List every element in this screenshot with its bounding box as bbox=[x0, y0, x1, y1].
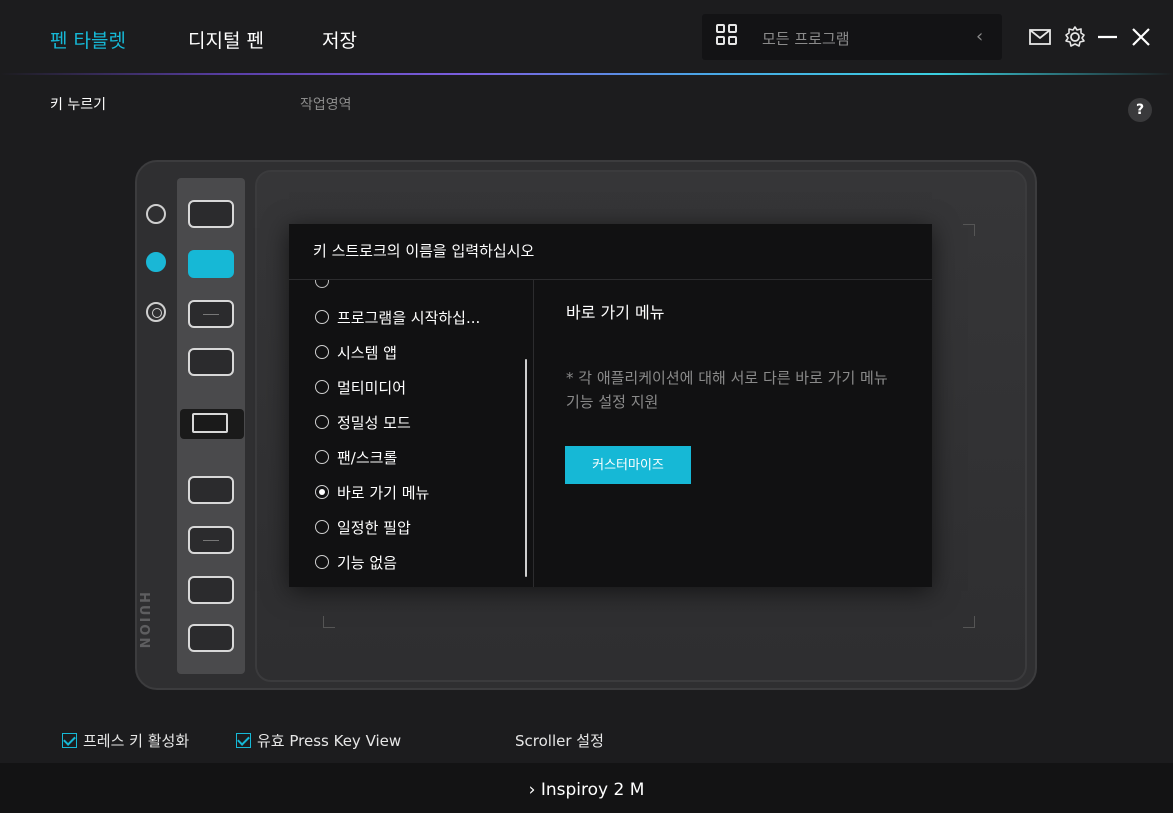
express-key-6[interactable] bbox=[188, 526, 234, 554]
express-key-3[interactable] bbox=[188, 300, 234, 328]
detail-title: 바로 가기 메뉴 bbox=[566, 303, 665, 322]
minimize-icon[interactable] bbox=[1095, 24, 1121, 50]
side-button-3[interactable] bbox=[146, 302, 166, 322]
radio-icon bbox=[315, 450, 329, 464]
huion-logo: HUION bbox=[136, 592, 151, 651]
list-item-partial bbox=[315, 280, 342, 294]
list-item-multimedia[interactable]: 멀티미디어 bbox=[315, 374, 406, 400]
dialog-title: 키 스트로크의 이름을 입력하십시오 bbox=[313, 242, 535, 260]
checkbox-checked-icon[interactable] bbox=[236, 733, 251, 748]
program-selector[interactable]: 모든 프로그램 ‹ bbox=[702, 14, 1002, 60]
list-item-system-app[interactable]: 시스템 앱 bbox=[315, 339, 397, 365]
press-key-view-toggle[interactable]: 유효 Press Key View bbox=[236, 730, 401, 751]
chevron-left-icon[interactable]: ‹ bbox=[976, 26, 983, 47]
express-key-1[interactable] bbox=[188, 200, 234, 228]
enable-press-keys-label: 프레스 키 활성화 bbox=[83, 732, 190, 750]
radio-icon bbox=[315, 415, 329, 429]
express-key-7[interactable] bbox=[188, 576, 234, 604]
grid-icon bbox=[716, 24, 738, 46]
express-key-2[interactable] bbox=[188, 250, 234, 278]
close-icon[interactable] bbox=[1128, 24, 1154, 50]
function-list[interactable]: 프로그램을 시작하십... 시스템 앱 멀티미디어 정밀성 모드 팬/스크롤 바… bbox=[289, 280, 533, 587]
express-key-5[interactable] bbox=[188, 476, 234, 504]
program-selector-label: 모든 프로그램 bbox=[762, 30, 850, 48]
header-divider bbox=[0, 73, 1173, 75]
tab-save[interactable]: 저장 bbox=[322, 26, 357, 53]
list-item-pan-scroll[interactable]: 팬/스크롤 bbox=[315, 444, 397, 470]
express-key-4[interactable] bbox=[188, 348, 234, 376]
tab-digital-pen[interactable]: 디지털 펜 bbox=[188, 26, 264, 53]
checkbox-checked-icon[interactable] bbox=[62, 733, 77, 748]
device-name-label: Inspiroy 2 M bbox=[540, 780, 645, 800]
scroller-settings-link[interactable]: Scroller 설정 bbox=[515, 730, 604, 751]
device-selector[interactable]: › Inspiroy 2 M bbox=[0, 780, 1173, 800]
radio-icon bbox=[315, 380, 329, 394]
radio-icon bbox=[315, 345, 329, 359]
device-footer: › Inspiroy 2 M bbox=[0, 763, 1173, 813]
list-scrollbar[interactable] bbox=[525, 359, 527, 577]
app-header: 펜 타블렛 디지털 펜 저장 모든 프로그램 ‹ bbox=[0, 0, 1173, 74]
list-item-launch-program[interactable]: 프로그램을 시작하십... bbox=[315, 304, 480, 330]
enable-press-keys-toggle[interactable]: 프레스 키 활성화 bbox=[62, 730, 189, 751]
subtab-work-area[interactable]: 작업영역 bbox=[300, 94, 352, 114]
mail-icon[interactable] bbox=[1027, 24, 1053, 50]
scroll-roller[interactable] bbox=[180, 409, 244, 439]
dialog-column-divider bbox=[533, 280, 534, 587]
keystroke-dialog: 키 스트로크의 이름을 입력하십시오 프로그램을 시작하십... 시스템 앱 멀… bbox=[289, 224, 932, 587]
side-button-1[interactable] bbox=[146, 204, 166, 224]
detail-note: * 각 애플리케이션에 대해 서로 다른 바로 가기 메뉴 기능 설정 지원 bbox=[566, 369, 888, 411]
radio-icon bbox=[315, 520, 329, 534]
list-item-precision-mode[interactable]: 정밀성 모드 bbox=[315, 409, 411, 435]
help-icon[interactable]: ? bbox=[1128, 98, 1152, 122]
list-item-no-function[interactable]: 기능 없음 bbox=[315, 549, 397, 575]
list-item-constant-pressure[interactable]: 일정한 필압 bbox=[315, 514, 411, 540]
radio-icon bbox=[315, 555, 329, 569]
gear-icon[interactable] bbox=[1062, 24, 1088, 50]
side-button-2[interactable] bbox=[146, 252, 166, 272]
subtab-key-press[interactable]: 키 누르기 bbox=[50, 94, 106, 114]
radio-icon bbox=[315, 310, 329, 324]
press-key-view-label: 유효 Press Key View bbox=[257, 732, 402, 750]
customize-button[interactable]: 커스터마이즈 bbox=[565, 446, 691, 484]
radio-checked-icon bbox=[315, 485, 329, 499]
express-key-8[interactable] bbox=[188, 624, 234, 652]
list-item-shortcut-menu[interactable]: 바로 가기 메뉴 bbox=[315, 479, 429, 505]
chevron-right-icon: › bbox=[528, 780, 536, 800]
tab-pen-tablet[interactable]: 펜 타블렛 bbox=[50, 26, 126, 53]
